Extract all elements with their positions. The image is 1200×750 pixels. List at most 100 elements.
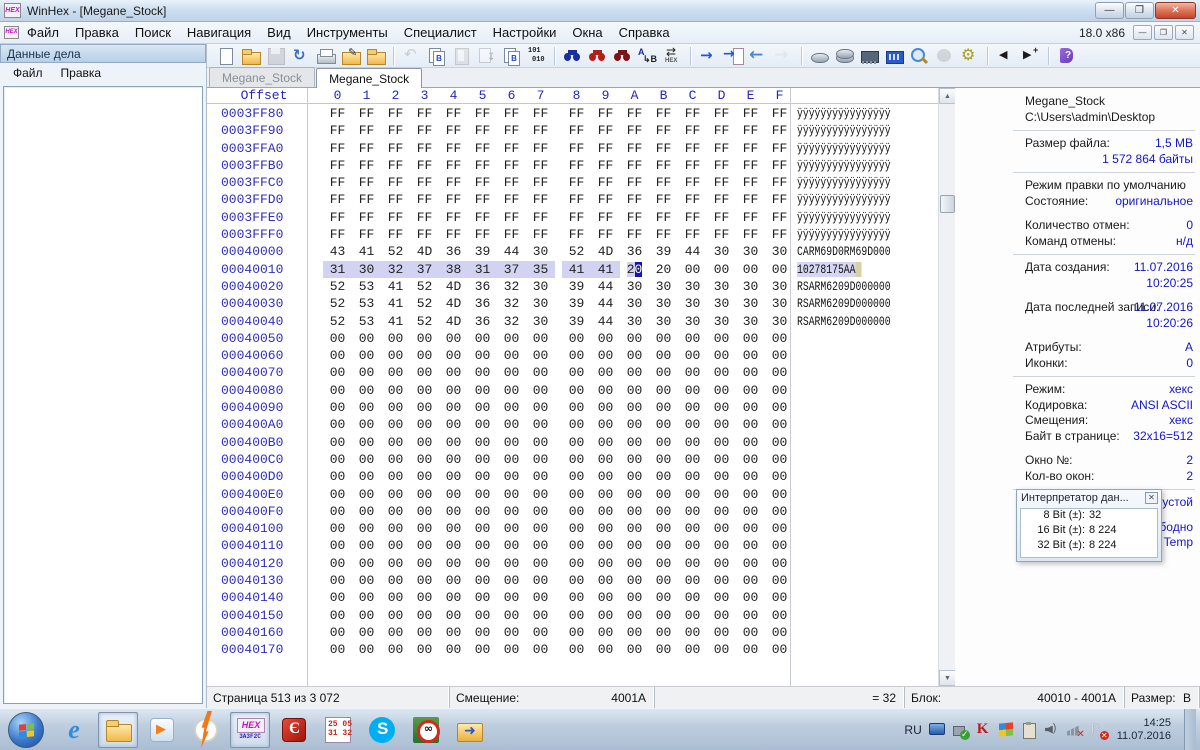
hex-byte[interactable]: 35 xyxy=(526,260,555,278)
hex-byte[interactable]: 00 xyxy=(620,416,649,433)
hex-byte[interactable]: 00 xyxy=(620,572,649,589)
preview-icon[interactable] xyxy=(908,45,931,67)
hex-byte[interactable]: 30 xyxy=(620,313,649,330)
case-menu-item-Файл[interactable]: Файл xyxy=(4,63,52,83)
hex-byte[interactable]: 00 xyxy=(678,520,707,537)
hex-byte[interactable]: FF xyxy=(620,157,649,174)
hex-byte[interactable]: FF xyxy=(410,174,439,191)
hex-byte[interactable]: FF xyxy=(323,191,352,208)
hex-byte[interactable]: 00 xyxy=(562,520,591,537)
hex-byte[interactable]: FF xyxy=(591,157,620,174)
hex-byte[interactable]: 00 xyxy=(323,451,352,468)
hex-byte[interactable]: 00 xyxy=(352,624,381,641)
hex-byte[interactable]: 4D xyxy=(439,295,468,312)
menu-item-Окна[interactable]: Окна xyxy=(564,23,610,42)
hex-byte[interactable]: 30 xyxy=(526,295,555,312)
hex-byte[interactable]: 00 xyxy=(410,572,439,589)
hex-byte[interactable]: FF xyxy=(410,191,439,208)
hex-byte[interactable]: 00 xyxy=(352,364,381,381)
hex-byte[interactable]: 00 xyxy=(381,503,410,520)
hex-byte[interactable]: FF xyxy=(678,209,707,226)
hex-byte[interactable]: 00 xyxy=(591,572,620,589)
hex-byte[interactable]: 00 xyxy=(562,624,591,641)
hex-byte[interactable]: 36 xyxy=(468,278,497,295)
hex-byte[interactable]: 00 xyxy=(526,641,555,658)
find-hex-icon[interactable] xyxy=(611,45,634,67)
menu-item-Справка[interactable]: Справка xyxy=(611,23,678,42)
hex-ascii[interactable]: ÿÿÿÿÿÿÿÿÿÿÿÿÿÿÿÿ xyxy=(797,140,891,157)
hex-byte[interactable]: 38 xyxy=(439,260,468,278)
hex-byte[interactable]: FF xyxy=(352,105,381,122)
hex-byte[interactable]: 00 xyxy=(707,589,736,606)
hex-byte[interactable]: 00 xyxy=(352,572,381,589)
hex-byte[interactable]: 00 xyxy=(352,555,381,572)
hex-byte[interactable]: FF xyxy=(352,122,381,139)
taskbar-item-file-transfer[interactable] xyxy=(450,712,490,748)
hex-byte[interactable]: 00 xyxy=(736,382,765,399)
hex-byte[interactable]: 00 xyxy=(562,589,591,606)
hex-byte[interactable]: 00 xyxy=(736,555,765,572)
hex-byte[interactable]: 00 xyxy=(736,330,765,347)
hex-byte[interactable]: 00 xyxy=(410,416,439,433)
find-again-icon[interactable] xyxy=(586,45,609,67)
hex-ascii[interactable]: ÿÿÿÿÿÿÿÿÿÿÿÿÿÿÿÿ xyxy=(797,105,891,122)
case-menu-item-Правка[interactable]: Правка xyxy=(52,63,111,83)
hex-byte[interactable]: 00 xyxy=(526,330,555,347)
hex-byte[interactable]: 00 xyxy=(678,537,707,554)
hex-ascii[interactable]: RSARM6209D000000 xyxy=(797,313,891,330)
hex-byte[interactable]: 00 xyxy=(323,486,352,503)
hex-byte[interactable]: 00 xyxy=(323,330,352,347)
hex-byte[interactable]: 00 xyxy=(439,624,468,641)
hex-byte[interactable]: 52 xyxy=(323,278,352,295)
hex-byte[interactable]: 00 xyxy=(468,537,497,554)
hex-byte[interactable]: 4D xyxy=(439,313,468,330)
hex-byte[interactable]: 00 xyxy=(410,520,439,537)
hex-byte[interactable]: 00 xyxy=(381,382,410,399)
hex-byte[interactable]: 00 xyxy=(620,468,649,485)
hex-byte[interactable]: 00 xyxy=(591,416,620,433)
hex-byte[interactable]: FF xyxy=(707,105,736,122)
hex-byte[interactable]: 00 xyxy=(468,486,497,503)
hex-byte[interactable]: 00 xyxy=(410,503,439,520)
hex-byte[interactable]: 00 xyxy=(439,503,468,520)
hex-byte[interactable]: 00 xyxy=(620,589,649,606)
hex-byte[interactable]: 00 xyxy=(736,347,765,364)
hex-byte[interactable]: FF xyxy=(468,191,497,208)
hex-byte[interactable]: 00 xyxy=(649,589,678,606)
hex-byte[interactable]: 00 xyxy=(497,382,526,399)
hex-byte[interactable]: 00 xyxy=(410,364,439,381)
hex-byte[interactable]: FF xyxy=(678,174,707,191)
hex-byte[interactable]: 00 xyxy=(678,589,707,606)
hex-byte[interactable]: FF xyxy=(649,209,678,226)
hex-byte[interactable]: FF xyxy=(620,174,649,191)
hex-byte[interactable]: 00 xyxy=(526,572,555,589)
hex-byte[interactable]: 41 xyxy=(381,313,410,330)
hex-byte[interactable]: 00 xyxy=(649,555,678,572)
hex-byte[interactable]: 00 xyxy=(707,555,736,572)
hex-byte[interactable]: FF xyxy=(620,122,649,139)
hex-byte[interactable]: FF xyxy=(497,191,526,208)
hex-byte[interactable]: 00 xyxy=(707,382,736,399)
hex-byte[interactable]: 39 xyxy=(562,313,591,330)
hex-byte[interactable]: 00 xyxy=(736,520,765,537)
hex-byte[interactable]: 00 xyxy=(323,347,352,364)
hex-byte[interactable]: 39 xyxy=(562,295,591,312)
hex-byte[interactable]: FF xyxy=(620,226,649,243)
hex-byte[interactable]: 00 xyxy=(526,364,555,381)
hex-byte[interactable]: 00 xyxy=(562,382,591,399)
close-icon[interactable]: ✕ xyxy=(1145,492,1158,504)
hex-byte[interactable]: 00 xyxy=(526,416,555,433)
mdi-system-icon[interactable]: HEX xyxy=(4,26,19,39)
hex-byte[interactable]: 00 xyxy=(381,416,410,433)
hex-byte[interactable]: 00 xyxy=(439,572,468,589)
hex-byte[interactable]: FF xyxy=(649,174,678,191)
hex-byte[interactable]: 00 xyxy=(620,434,649,451)
hex-byte[interactable]: 00 xyxy=(526,486,555,503)
hex-byte[interactable]: FF xyxy=(439,191,468,208)
hex-byte[interactable]: 00 xyxy=(323,399,352,416)
hex-byte[interactable]: 00 xyxy=(468,572,497,589)
hex-byte[interactable]: 00 xyxy=(410,434,439,451)
hex-byte[interactable]: 00 xyxy=(323,503,352,520)
hex-byte[interactable]: 00 xyxy=(468,503,497,520)
hex-byte[interactable]: 00 xyxy=(678,399,707,416)
